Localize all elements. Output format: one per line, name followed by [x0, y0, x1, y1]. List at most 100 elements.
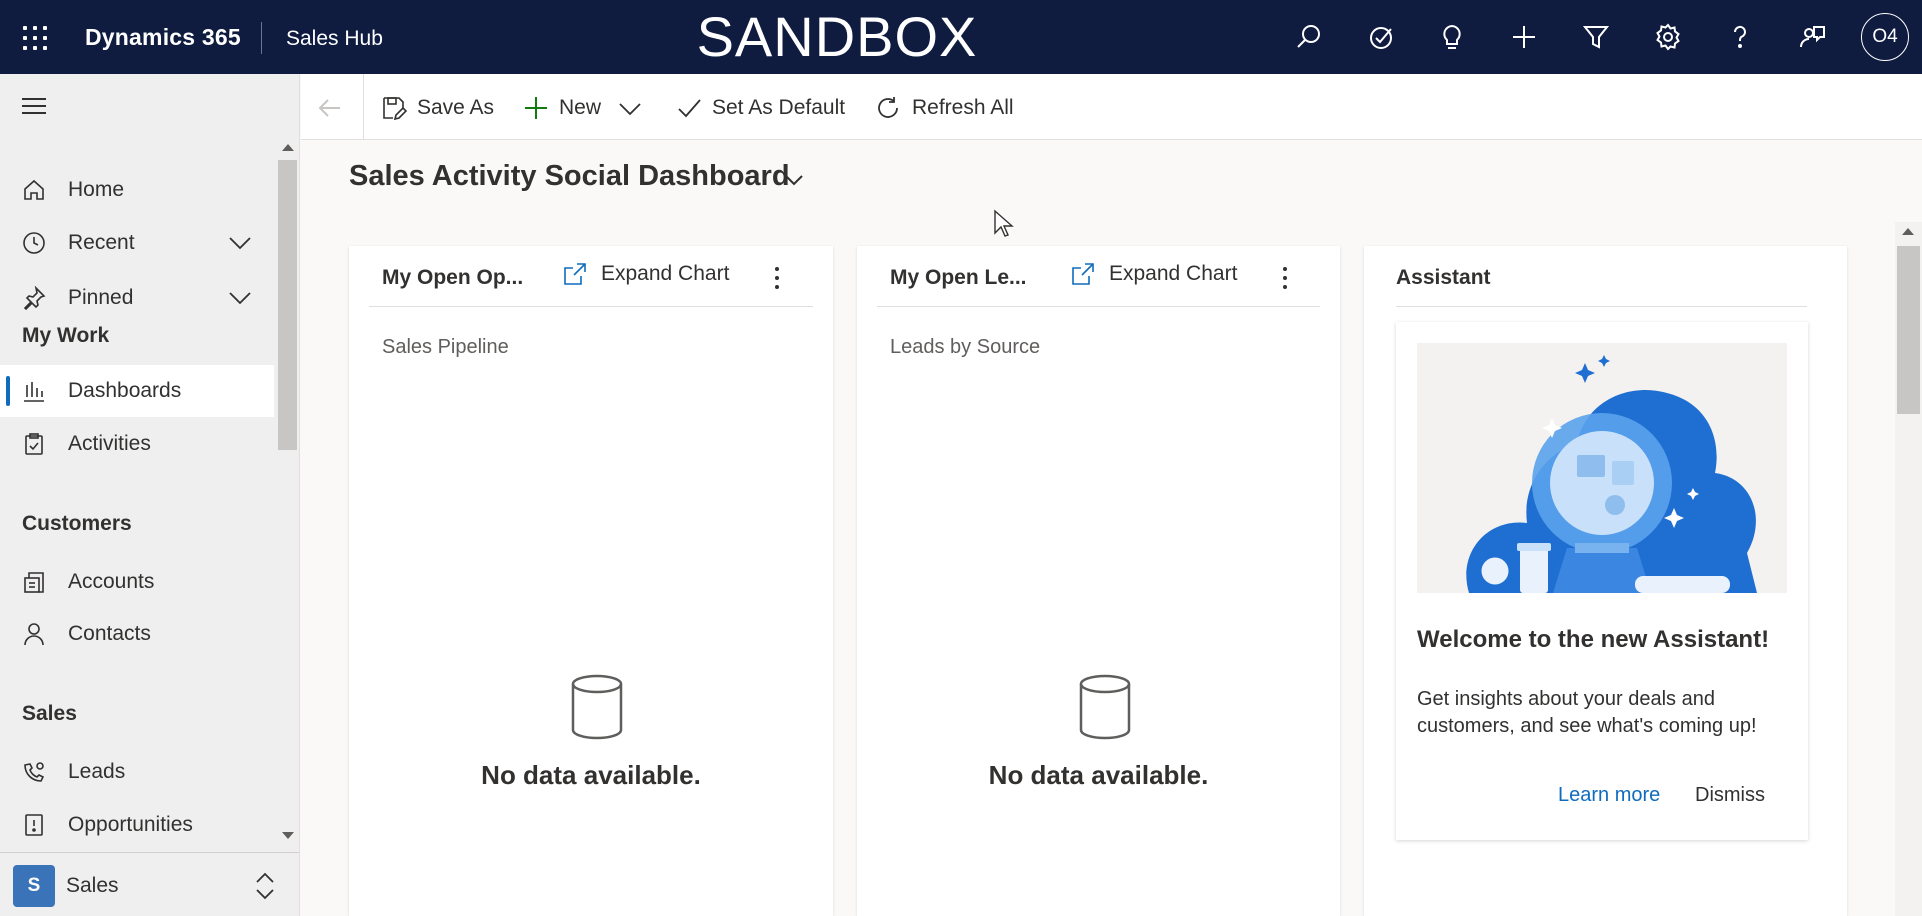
- dashboard-title[interactable]: Sales Activity Social Dashboard: [349, 160, 790, 193]
- feedback-icon[interactable]: [1793, 18, 1831, 56]
- dashboard-icon: [22, 379, 46, 403]
- command-bar: Save As New Set As Default Refresh All: [301, 74, 1922, 140]
- chevron-up-down-icon[interactable]: [252, 869, 278, 903]
- assistant-title: Assistant: [1396, 266, 1491, 289]
- more-options-icon[interactable]: [1275, 264, 1295, 292]
- scroll-up-arrow[interactable]: [1902, 228, 1914, 235]
- refresh-all-button[interactable]: Refresh All: [876, 93, 1014, 123]
- mouse-cursor-icon: [994, 209, 1014, 237]
- refresh-icon: [878, 97, 898, 118]
- save-as-button[interactable]: Save As: [381, 93, 494, 123]
- assistant-description: Get insights about your deals and custom…: [1417, 688, 1757, 737]
- sidebar-item-dashboards[interactable]: Dashboards: [0, 365, 274, 417]
- sidebar-item-label: Pinned: [68, 286, 134, 309]
- person-icon: [22, 622, 46, 646]
- scroll-up-arrow[interactable]: [282, 144, 294, 151]
- sidebar-item-label: Contacts: [68, 622, 151, 645]
- sidebar-item-recent[interactable]: Recent: [0, 217, 274, 269]
- plus-icon: [525, 97, 547, 119]
- sidebar-item-label: Leads: [68, 760, 126, 783]
- top-navigation-bar: Dynamics 365 Sales Hub SANDBOX O4: [0, 0, 1922, 74]
- expand-icon: [564, 263, 586, 285]
- database-icon: [1079, 674, 1131, 740]
- new-label: New: [559, 96, 602, 119]
- area-switcher[interactable]: S Sales: [0, 852, 299, 916]
- back-arrow-icon[interactable]: [316, 94, 344, 122]
- chevron-down-icon[interactable]: [617, 95, 643, 121]
- set-as-default-label: Set As Default: [712, 96, 846, 119]
- database-icon: [571, 674, 623, 740]
- hamburger-menu-icon[interactable]: [22, 98, 48, 116]
- search-icon[interactable]: [1290, 18, 1328, 56]
- sidebar-item-label: Opportunities: [68, 813, 193, 836]
- expand-chart-button[interactable]: Expand Chart: [563, 262, 729, 286]
- main-scrollbar-thumb[interactable]: [1897, 246, 1920, 414]
- user-avatar[interactable]: O4: [1861, 13, 1909, 61]
- sidebar-item-label: Activities: [68, 432, 151, 455]
- active-indicator: [6, 376, 10, 406]
- section-title-customers: Customers: [22, 512, 132, 535]
- card-header: My Open Op... Expand Chart: [349, 246, 833, 308]
- chart-card-opportunities: My Open Op... Expand Chart Sales Pipelin…: [349, 246, 833, 916]
- expand-icon: [1072, 263, 1094, 285]
- building-icon: [22, 570, 46, 594]
- chevron-down-icon[interactable]: [228, 233, 252, 253]
- lightbulb-icon[interactable]: [1433, 18, 1471, 56]
- save-as-icon: [383, 97, 407, 121]
- task-icon[interactable]: [1362, 18, 1400, 56]
- chevron-down-icon[interactable]: [782, 170, 806, 190]
- set-as-default-button[interactable]: Set As Default: [676, 93, 845, 123]
- checkmark-icon: [678, 99, 701, 118]
- chevron-down-icon[interactable]: [228, 288, 252, 308]
- home-icon: [22, 178, 46, 202]
- expand-chart-button[interactable]: Expand Chart: [1071, 262, 1237, 286]
- area-badge: S: [13, 865, 55, 907]
- sidebar-item-contacts[interactable]: Contacts: [0, 608, 274, 660]
- pin-icon: [22, 285, 46, 311]
- sidebar-item-activities[interactable]: Activities: [0, 418, 274, 470]
- clipboard-check-icon: [22, 432, 46, 456]
- dismiss-button[interactable]: Dismiss: [1695, 784, 1765, 807]
- settings-icon[interactable]: [1649, 18, 1687, 56]
- sidebar-item-leads[interactable]: Leads: [0, 746, 274, 798]
- assistant-welcome-panel: Welcome to the new Assistant! Get insigh…: [1396, 322, 1808, 840]
- help-icon[interactable]: [1721, 18, 1759, 56]
- sidebar-item-pinned[interactable]: Pinned: [0, 272, 274, 324]
- chart-name: Sales Pipeline: [382, 336, 509, 358]
- sidebar-item-opportunities[interactable]: Opportunities: [0, 799, 274, 851]
- card-divider: [877, 306, 1320, 307]
- phone-person-icon: [22, 760, 46, 784]
- sidebar-item-accounts[interactable]: Accounts: [0, 556, 274, 608]
- new-button[interactable]: New: [523, 93, 643, 123]
- no-data-message: No data available.: [988, 760, 1209, 790]
- card-divider: [369, 306, 813, 307]
- sidebar-item-label: Recent: [68, 231, 135, 254]
- command-divider: [363, 74, 364, 140]
- filter-icon[interactable]: [1577, 18, 1615, 56]
- chart-name: Leads by Source: [890, 336, 1041, 358]
- expand-chart-label: Expand Chart: [1109, 262, 1238, 285]
- save-as-label: Save As: [417, 96, 495, 119]
- clock-icon: [22, 231, 46, 255]
- sidebar-item-label: Dashboards: [68, 379, 182, 402]
- no-data-message: No data available.: [481, 760, 701, 790]
- sidebar-scrollbar-thumb[interactable]: [278, 160, 297, 450]
- assistant-card: Assistant Welcome to the new Assistant! …: [1364, 246, 1847, 916]
- expand-chart-label: Expand Chart: [601, 262, 730, 285]
- learn-more-link[interactable]: Learn more: [1558, 784, 1660, 807]
- card-title: My Open Le...: [890, 266, 1027, 289]
- chart-card-leads: My Open Le... Expand Chart Leads by Sour…: [857, 246, 1340, 916]
- scroll-down-arrow[interactable]: [282, 832, 294, 839]
- plus-icon[interactable]: [1505, 18, 1543, 56]
- environment-banner: SANDBOX: [696, 5, 978, 68]
- more-options-icon[interactable]: [767, 264, 787, 292]
- area-label: Sales: [66, 874, 119, 897]
- card-header: My Open Le... Expand Chart: [857, 246, 1340, 308]
- sidebar-item-home[interactable]: Home: [0, 164, 274, 216]
- card-title: My Open Op...: [382, 266, 524, 289]
- site-map-sidebar: Home Recent Pinned My Work Dashboards Ac…: [0, 74, 300, 916]
- sidebar-item-label: Accounts: [68, 570, 155, 593]
- assistant-welcome-heading: Welcome to the new Assistant!: [1417, 626, 1770, 653]
- opportunity-icon: [22, 813, 46, 837]
- assistant-illustration: [1417, 343, 1787, 593]
